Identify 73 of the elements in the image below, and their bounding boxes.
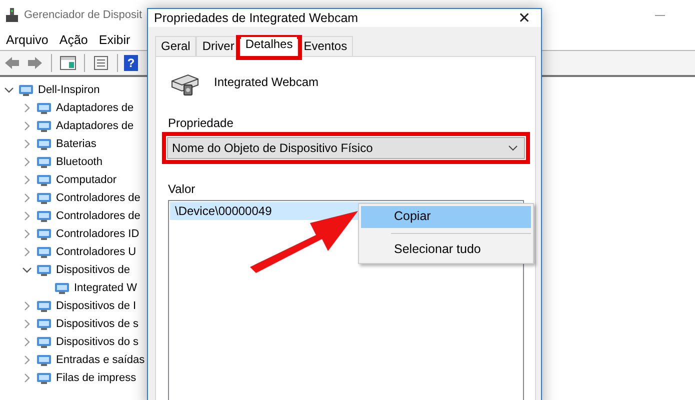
device-icon <box>36 335 52 349</box>
device-manager-icon <box>5 7 19 23</box>
expand-chevron-icon[interactable] <box>22 175 32 185</box>
device-icon <box>36 263 52 277</box>
device-icon <box>54 281 70 295</box>
tree-item[interactable]: Controladores de <box>56 210 140 222</box>
tree-item[interactable]: Entradas e saídas <box>56 354 145 366</box>
tree-item[interactable]: Dispositivos de <box>56 264 130 276</box>
panel-button[interactable] <box>58 54 78 72</box>
device-icon <box>36 299 52 313</box>
expand-chevron-icon[interactable] <box>22 139 32 149</box>
menu-item[interactable]: Arquivo <box>2 33 56 47</box>
tab[interactable]: Detalhes <box>241 37 297 56</box>
device-icon <box>36 227 52 241</box>
dialog-title: Propriedades de Integrated Webcam <box>154 11 358 25</box>
device-icon <box>36 101 52 115</box>
tree-item[interactable]: Controladores de <box>56 192 140 204</box>
tree-item[interactable]: Computador <box>56 174 117 186</box>
expand-chevron-icon[interactable] <box>22 157 32 167</box>
menu-item[interactable]: Exibir <box>94 33 138 47</box>
tree-item[interactable]: Bluetooth <box>56 156 102 168</box>
window-title: Gerenciador de Disposit <box>24 9 142 21</box>
expand-chevron-icon[interactable] <box>22 355 32 365</box>
device-icon <box>36 119 52 133</box>
tree-item[interactable]: Integrated W <box>74 282 137 294</box>
menu-item[interactable]: Ação <box>55 33 95 47</box>
tab[interactable]: Geral <box>155 36 196 56</box>
expand-chevron-icon[interactable] <box>22 229 32 239</box>
minimize-button[interactable] <box>655 14 665 16</box>
expand-chevron-icon[interactable] <box>22 103 32 113</box>
document-icon <box>93 55 109 71</box>
forward-arrow-icon <box>27 56 43 70</box>
field-label: Propriedade <box>168 116 234 130</box>
property-dropdown[interactable]: Nome do Objeto de Dispositivo Físico <box>167 137 525 160</box>
collapse-chevron-icon[interactable] <box>22 265 32 275</box>
expand-chevron-icon[interactable] <box>22 373 32 383</box>
device-name: Integrated Webcam <box>214 75 319 89</box>
properties-button[interactable] <box>91 53 111 73</box>
back-arrow-icon <box>4 56 20 70</box>
expand-chevron-icon[interactable] <box>22 301 32 311</box>
expand-chevron-icon[interactable] <box>22 337 32 347</box>
tree-item[interactable]: Dell-Inspiron <box>38 84 100 96</box>
tree-item[interactable]: Adaptadores de <box>56 102 134 114</box>
device-icon <box>36 317 52 331</box>
close-button[interactable]: ✕ <box>518 9 531 27</box>
device-icon <box>18 83 34 97</box>
expand-chevron-icon[interactable] <box>22 121 32 131</box>
field-label: Valor <box>168 182 196 196</box>
expand-chevron-icon[interactable] <box>22 247 32 257</box>
device-icon <box>36 209 52 223</box>
tree-item[interactable]: Filas de impress <box>56 372 136 384</box>
expand-chevron-icon[interactable] <box>22 193 32 203</box>
tree-item[interactable]: Dispositivos do s <box>56 336 139 348</box>
device-icon <box>36 245 52 259</box>
collapse-chevron-icon[interactable] <box>4 85 14 95</box>
help-button[interactable]: ? <box>124 55 138 71</box>
menu-item[interactable]: Copiar <box>361 206 531 228</box>
device-icon <box>36 155 52 169</box>
device-icon <box>36 137 52 151</box>
dropdown-caret-icon <box>508 145 518 152</box>
tree-item[interactable]: Controladores ID <box>56 228 140 240</box>
panel-icon <box>60 56 76 70</box>
device-icon <box>36 353 52 367</box>
expand-chevron-icon[interactable] <box>22 211 32 221</box>
tree-item[interactable]: Dispositivos de s <box>56 318 139 330</box>
device-icon <box>36 371 52 385</box>
tree-item[interactable]: Adaptadores de <box>56 120 134 132</box>
tree-item[interactable]: Dispositivos de I <box>56 300 136 312</box>
expand-chevron-icon[interactable] <box>22 319 32 329</box>
tree-item[interactable]: Controladores U <box>56 246 136 258</box>
device-icon <box>36 173 52 187</box>
tree-item[interactable]: Baterias <box>56 138 96 150</box>
device-icon <box>36 191 52 205</box>
